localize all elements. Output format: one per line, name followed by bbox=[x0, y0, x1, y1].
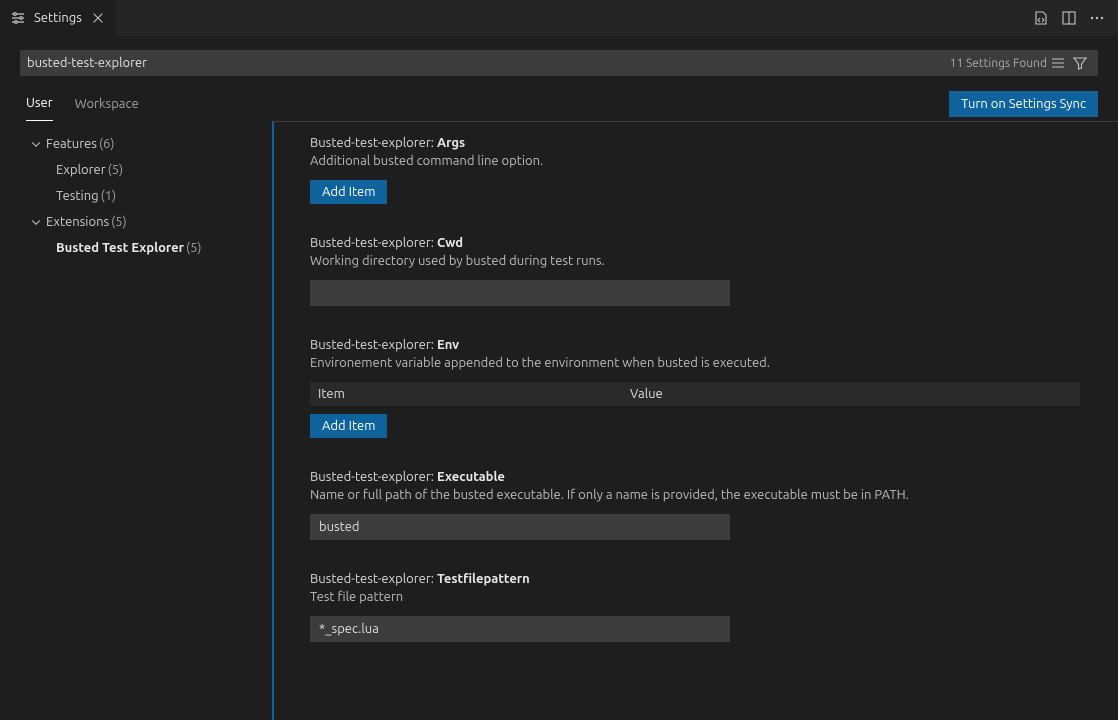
search-input[interactable] bbox=[27, 52, 942, 74]
toc-count: (5) bbox=[186, 239, 202, 257]
setting-title: Busted-test-explorer: Args bbox=[310, 136, 1088, 150]
toc-label: Busted Test Explorer bbox=[56, 239, 184, 257]
setting-name: Args bbox=[437, 136, 465, 150]
toc-testing[interactable]: Testing (1) bbox=[12, 183, 260, 209]
settings-icon bbox=[10, 10, 26, 26]
setting-title: Busted-test-explorer: Env bbox=[310, 338, 1088, 352]
setting-testfilepattern: Busted-test-explorer: Testfilepattern Te… bbox=[274, 558, 1118, 660]
split-editor-icon[interactable] bbox=[1058, 7, 1080, 29]
clear-search-icon[interactable] bbox=[1047, 52, 1069, 74]
results-count: 11 Settings Found bbox=[942, 57, 1047, 70]
chevron-down-icon bbox=[28, 214, 44, 230]
setting-args: Busted-test-explorer: Args Additional bu… bbox=[274, 122, 1118, 222]
toc-label: Explorer bbox=[56, 161, 106, 179]
setting-cwd: Busted-test-explorer: Cwd Working direct… bbox=[274, 222, 1118, 324]
toc-extensions[interactable]: Extensions (5) bbox=[12, 209, 260, 235]
setting-name: Executable bbox=[437, 470, 505, 484]
env-table: Item Value bbox=[310, 382, 1080, 406]
add-item-button[interactable]: Add Item bbox=[310, 180, 387, 204]
setting-description: Name or full path of the busted executab… bbox=[310, 488, 1088, 502]
tab-settings[interactable]: Settings bbox=[0, 0, 117, 36]
toc-count: (5) bbox=[108, 161, 124, 179]
setting-env: Busted-test-explorer: Env Environement v… bbox=[274, 324, 1118, 456]
chevron-down-icon bbox=[28, 136, 44, 152]
setting-prefix: Busted-test-explorer: bbox=[310, 136, 437, 150]
toc-label: Features bbox=[46, 135, 97, 153]
settings-scope-row: User Workspace Turn on Settings Sync bbox=[0, 80, 1118, 121]
setting-title: Busted-test-explorer: Testfilepattern bbox=[310, 572, 1088, 586]
setting-description: Additional busted command line option. bbox=[310, 154, 1088, 168]
setting-prefix: Busted-test-explorer: bbox=[310, 470, 437, 484]
settings-content[interactable]: Busted-test-explorer: Args Additional bu… bbox=[272, 121, 1118, 720]
tab-user[interactable]: User bbox=[26, 86, 53, 121]
env-header-value: Value bbox=[620, 382, 1080, 406]
settings-sync-button[interactable]: Turn on Settings Sync bbox=[949, 91, 1098, 117]
toc-busted-test-explorer[interactable]: Busted Test Explorer (5) bbox=[12, 235, 260, 261]
toc-explorer[interactable]: Explorer (5) bbox=[12, 157, 260, 183]
settings-toc: Features (6) Explorer (5) Testing (1) Ex… bbox=[0, 121, 272, 720]
close-icon[interactable] bbox=[90, 10, 106, 26]
setting-title: Busted-test-explorer: Executable bbox=[310, 470, 1088, 484]
setting-prefix: Busted-test-explorer: bbox=[310, 572, 437, 586]
setting-description: Working directory used by busted during … bbox=[310, 254, 1088, 268]
setting-prefix: Busted-test-explorer: bbox=[310, 236, 437, 250]
executable-input[interactable] bbox=[310, 514, 730, 540]
tab-actions bbox=[1030, 7, 1118, 29]
toc-count: (1) bbox=[101, 187, 117, 205]
editor-tabbar: Settings bbox=[0, 0, 1118, 36]
tab-title: Settings bbox=[34, 11, 82, 25]
filter-icon[interactable] bbox=[1069, 52, 1091, 74]
testfilepattern-input[interactable] bbox=[310, 616, 730, 642]
open-json-icon[interactable] bbox=[1030, 7, 1052, 29]
setting-name: Env bbox=[437, 338, 459, 352]
more-actions-icon[interactable] bbox=[1086, 7, 1108, 29]
cwd-input[interactable] bbox=[310, 280, 730, 306]
toc-count: (5) bbox=[111, 213, 127, 231]
setting-title: Busted-test-explorer: Cwd bbox=[310, 236, 1088, 250]
tab-workspace[interactable]: Workspace bbox=[75, 87, 139, 121]
toc-label: Testing bbox=[56, 187, 99, 205]
toc-label: Extensions bbox=[46, 213, 109, 231]
setting-executable: Busted-test-explorer: Executable Name or… bbox=[274, 456, 1118, 558]
toc-count: (6) bbox=[99, 135, 115, 153]
setting-prefix: Busted-test-explorer: bbox=[310, 338, 437, 352]
setting-description: Test file pattern bbox=[310, 590, 1088, 604]
add-item-button[interactable]: Add Item bbox=[310, 414, 387, 438]
settings-search-row: 11 Settings Found bbox=[0, 36, 1118, 80]
setting-name: Testfilepattern bbox=[437, 572, 530, 586]
settings-body: Features (6) Explorer (5) Testing (1) Ex… bbox=[0, 121, 1118, 720]
settings-search-box[interactable]: 11 Settings Found bbox=[20, 50, 1098, 76]
env-header-item: Item bbox=[310, 382, 620, 406]
toc-features[interactable]: Features (6) bbox=[12, 131, 260, 157]
setting-name: Cwd bbox=[437, 236, 463, 250]
setting-description: Environement variable appended to the en… bbox=[310, 356, 1088, 370]
